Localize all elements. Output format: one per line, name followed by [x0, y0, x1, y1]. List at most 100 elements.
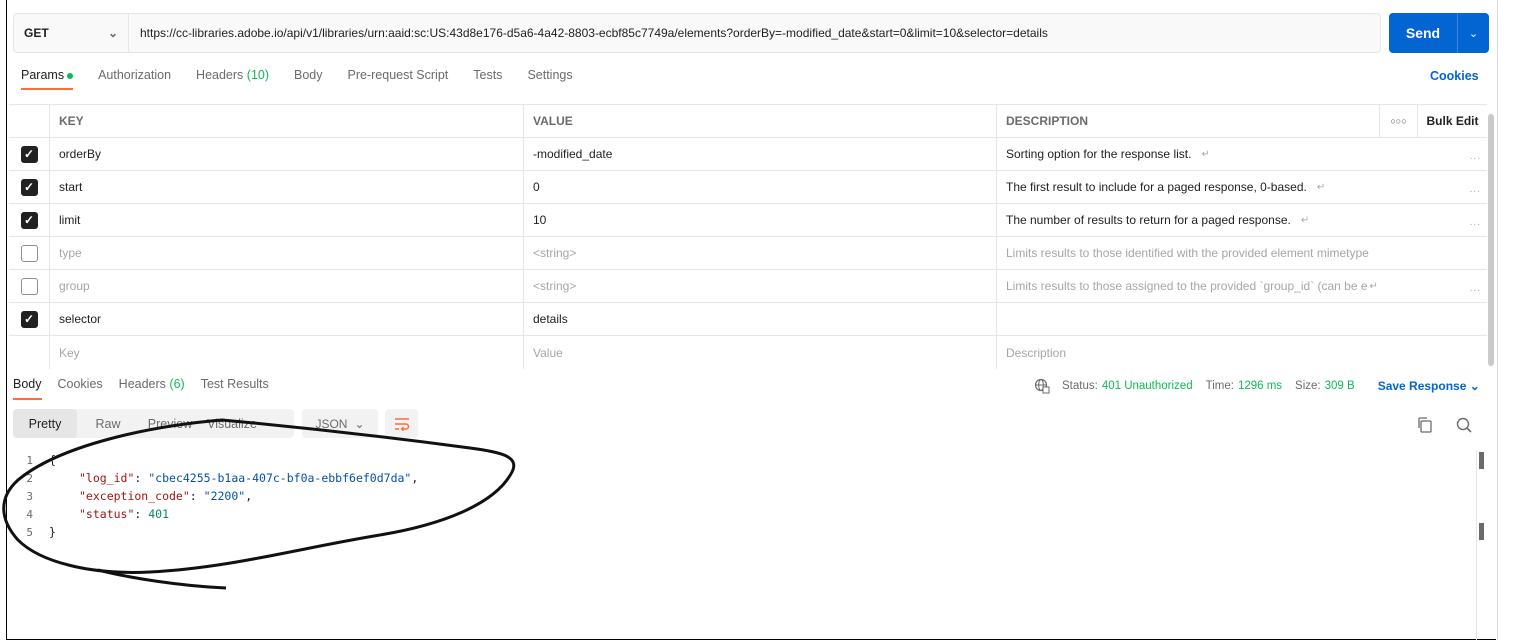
code-comma: , — [245, 489, 253, 503]
code-colon: : — [134, 471, 149, 485]
param-key[interactable]: type — [50, 237, 524, 269]
param-value[interactable]: details — [524, 303, 997, 335]
param-description: Sorting option for the response list. — [1006, 147, 1192, 161]
param-description-cell[interactable]: The first result to include for a paged … — [997, 171, 1487, 203]
method-select[interactable]: GET ⌄ — [14, 14, 129, 52]
bulk-edit-button[interactable]: Bulk Edit — [1417, 105, 1487, 137]
save-response-label: Save Response — [1377, 379, 1467, 393]
chevron-down-icon: ⌄ — [107, 26, 118, 40]
checkbox-cell — [9, 336, 50, 369]
tab-test-results[interactable]: Test Results — [201, 377, 269, 400]
tab-tests[interactable]: Tests — [473, 68, 502, 90]
code-line: 2 "log_id": "cbec4255-b1aa-407c-bf0a-ebb… — [13, 469, 1473, 487]
cookies-link[interactable]: Cookies — [1430, 69, 1479, 83]
param-description: Limits results to those assigned to the … — [1006, 279, 1368, 293]
header-value: VALUE — [524, 105, 997, 137]
line-number: 4 — [26, 507, 33, 521]
checkbox-cell: ✓ — [9, 303, 50, 335]
format-select[interactable]: JSON ⌄ — [302, 409, 378, 438]
view-mode-toolbar: Pretty Raw Preview Visualize — [13, 409, 294, 438]
code-colon: : — [134, 507, 149, 521]
view-preview-button[interactable]: Preview — [139, 409, 201, 438]
table-row: ✓ orderBy -modified_date Sorting option … — [9, 138, 1487, 171]
editor-scrollbar[interactable] — [1476, 451, 1485, 640]
request-tabs: Params Authorization Headers (10) Body P… — [21, 68, 598, 90]
line-number: 5 — [26, 525, 33, 539]
table-row: ✓ selector details — [9, 303, 1487, 336]
param-checkbox[interactable] — [20, 277, 38, 295]
chevron-down-icon[interactable]: ⌄ — [1457, 13, 1489, 53]
param-value[interactable]: 0 — [524, 171, 997, 203]
param-checkbox[interactable]: ✓ — [20, 178, 38, 196]
scroll-marker — [1479, 452, 1484, 469]
url-bar: GET ⌄ https://cc-libraries.adobe.io/api/… — [13, 13, 1381, 53]
param-key[interactable]: start — [50, 171, 524, 203]
code-line: 3 "exception_code": "2200", — [13, 487, 1473, 505]
ellipsis-icon: ... — [1469, 151, 1481, 162]
params-table-header: KEY VALUE DESCRIPTION ○○○ Bulk Edit — [9, 105, 1487, 138]
tab-headers[interactable]: Headers (10) — [196, 68, 269, 90]
param-value[interactable]: <string> — [524, 237, 997, 269]
param-checkbox[interactable]: ✓ — [20, 310, 38, 328]
active-dot-icon — [67, 72, 74, 79]
code-key: "log_id" — [79, 471, 135, 485]
newline-icon: ↵ — [1201, 148, 1210, 160]
param-description-cell[interactable]: The number of results to return for a pa… — [997, 204, 1487, 236]
view-pretty-button[interactable]: Pretty — [13, 409, 77, 438]
code-value: 401 — [148, 507, 170, 521]
tab-response-cookies[interactable]: Cookies — [58, 377, 103, 400]
param-description-cell[interactable] — [997, 303, 1487, 335]
param-checkbox[interactable]: ✓ — [20, 211, 38, 229]
params-scrollbar[interactable] — [1488, 114, 1494, 366]
view-raw-button[interactable]: Raw — [77, 409, 139, 438]
tab-response-headers-label: Headers — [118, 377, 166, 391]
checkbox-cell: ✓ — [9, 204, 50, 236]
header-description-label: DESCRIPTION — [1006, 114, 1089, 128]
param-key[interactable]: orderBy — [50, 138, 524, 170]
code-line: 4 "status": 401 — [13, 505, 1473, 523]
param-key[interactable]: selector — [50, 303, 524, 335]
status-label: Status: — [1062, 380, 1098, 392]
response-body-editor[interactable]: 1 { 2 "log_id": "cbec4255-b1aa-407c-bf0a… — [13, 451, 1473, 541]
param-description-cell[interactable]: Limits results to those assigned to the … — [997, 270, 1487, 302]
response-tabs: Body Cookies Headers (6) Test Results — [13, 377, 285, 400]
param-checkbox[interactable] — [20, 244, 38, 262]
tab-response-body[interactable]: Body — [13, 377, 42, 400]
param-description-cell[interactable]: Sorting option for the response list. ↵..… — [997, 138, 1487, 170]
checkbox-cell: ✓ — [9, 138, 50, 170]
param-description-cell[interactable]: Limits results to those identified with … — [997, 237, 1487, 269]
view-visualize-button[interactable]: Visualize — [201, 409, 263, 438]
tab-params-label: Params — [21, 68, 65, 82]
tab-prerequest-script[interactable]: Pre-request Script — [348, 68, 449, 90]
copy-icon[interactable] — [1416, 416, 1434, 434]
header-key: KEY — [50, 105, 524, 137]
globe-icon[interactable] — [1034, 378, 1050, 394]
search-icon[interactable] — [1455, 416, 1473, 434]
tab-body[interactable]: Body — [294, 68, 323, 90]
wrap-lines-button[interactable] — [385, 409, 418, 438]
tab-authorization[interactable]: Authorization — [98, 68, 171, 90]
new-description-input[interactable]: Description — [997, 336, 1487, 369]
table-row: group <string> Limits results to those a… — [9, 270, 1487, 303]
new-value-input[interactable]: Value — [524, 336, 997, 369]
chevron-down-icon: ⌄ — [354, 416, 365, 431]
param-key[interactable]: group — [50, 270, 524, 302]
more-options-icon[interactable]: ○○○ — [1379, 105, 1417, 137]
tab-settings[interactable]: Settings — [527, 68, 572, 90]
size-value[interactable]: 309 B — [1325, 380, 1355, 392]
save-response-button[interactable]: Save Response ⌄ — [1378, 379, 1480, 393]
status-value[interactable]: 401 Unauthorized — [1102, 380, 1193, 392]
new-key-input[interactable]: Key — [50, 336, 524, 369]
tab-params[interactable]: Params — [21, 68, 74, 90]
tab-response-headers[interactable]: Headers (6) — [119, 377, 185, 400]
param-value[interactable]: 10 — [524, 204, 997, 236]
param-key[interactable]: limit — [50, 204, 524, 236]
time-value[interactable]: 1296 ms — [1238, 380, 1282, 392]
url-input[interactable]: https://cc-libraries.adobe.io/api/v1/lib… — [129, 26, 1380, 40]
param-value[interactable]: <string> — [524, 270, 997, 302]
param-checkbox[interactable]: ✓ — [20, 145, 38, 163]
param-value[interactable]: -modified_date — [524, 138, 997, 170]
ellipsis-icon: ... — [1469, 217, 1481, 228]
send-label: Send — [1405, 25, 1441, 41]
send-button[interactable]: Send ⌄ — [1389, 13, 1489, 53]
